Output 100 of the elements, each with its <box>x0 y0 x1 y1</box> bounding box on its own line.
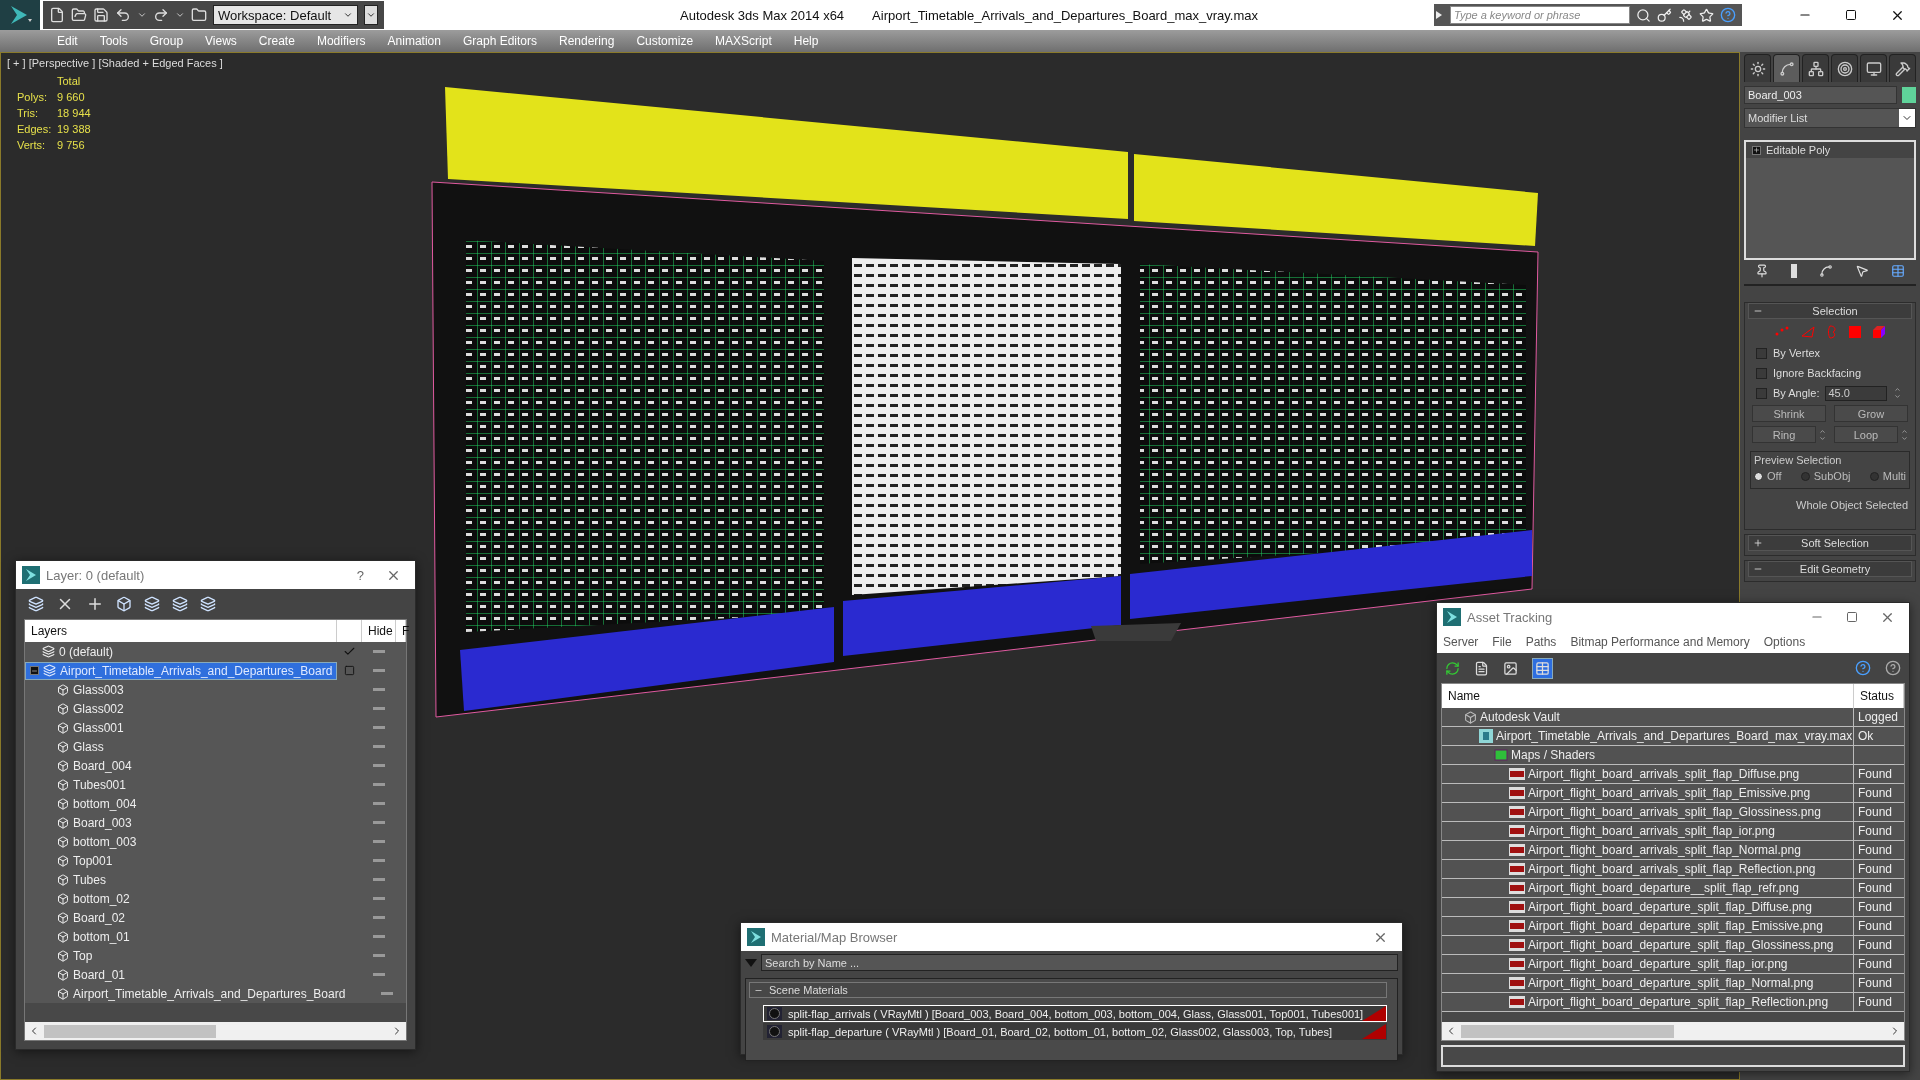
stack-item[interactable]: Editable Poly <box>1746 142 1914 158</box>
scrollbar-thumb[interactable] <box>1461 1024 1674 1038</box>
radio-icon[interactable] <box>1800 471 1810 481</box>
hide-toggle-icon[interactable] <box>373 820 385 825</box>
radio-icon[interactable] <box>1869 471 1879 481</box>
menu-item[interactable]: Graph Editors <box>451 30 548 52</box>
asset-name[interactable]: Airport_flight_board_arrivals_split_flap_Reflection.png <box>1442 860 1854 878</box>
hide-toggle-icon[interactable] <box>373 725 385 730</box>
rollout-header[interactable]: Soft Selection <box>1748 535 1912 551</box>
menu-item[interactable]: Options <box>1763 635 1806 649</box>
asset-name[interactable]: Airport_flight_board_arrivals_split_flap_Normal.png <box>1442 841 1854 859</box>
rollout-header[interactable]: Selection <box>1748 303 1912 319</box>
modify-tab[interactable] <box>1773 54 1800 82</box>
spinner-down-icon[interactable] <box>1894 393 1901 400</box>
current-layer-toggle-icon[interactable] <box>344 665 355 676</box>
asset-name[interactable]: Airport_flight_board_departure_split_flap_ior.png <box>1442 955 1854 973</box>
hide-toggle-icon[interactable] <box>373 744 385 749</box>
menu-item[interactable]: Paths <box>1525 635 1557 649</box>
radio-icon[interactable] <box>1754 471 1763 481</box>
project-folder-icon[interactable] <box>191 7 207 23</box>
hide-toggle-icon[interactable] <box>373 934 385 939</box>
utilities-tab[interactable] <box>1889 54 1916 82</box>
help-button[interactable]: ? <box>348 567 372 583</box>
hide-toggle-icon[interactable] <box>373 877 385 882</box>
menu-item[interactable]: Customize <box>625 30 705 52</box>
edge-icon[interactable] <box>1801 326 1815 338</box>
check-icon[interactable] <box>343 645 356 658</box>
scrollbar-thumb[interactable] <box>44 1024 216 1038</box>
hierarchy-tab[interactable] <box>1802 54 1829 82</box>
new-file-icon[interactable] <box>49 7 65 23</box>
caret-icon[interactable] <box>175 10 185 20</box>
menu-item[interactable]: Create <box>247 30 306 52</box>
spinner-up-icon[interactable] <box>1818 427 1826 435</box>
object-name-field[interactable]: Board_003 <box>1744 86 1897 104</box>
hide-toggle-icon[interactable] <box>373 687 385 692</box>
asset-name[interactable]: Airport_flight_board_departure_split_flap_Emissive.png <box>1442 917 1854 935</box>
star-icon[interactable] <box>1699 7 1714 23</box>
asset-name[interactable]: Airport_flight_board_departure__split_flap_refr.png <box>1442 879 1854 897</box>
asset-name[interactable]: Airport_flight_board_arrivals_split_flap_Diffuse.png <box>1442 765 1854 783</box>
hide-toggle-icon[interactable] <box>373 972 385 977</box>
hide-toggle-icon[interactable] <box>373 915 385 920</box>
asset-name[interactable]: Airport_flight_board_departure_split_flap_Diffuse.png <box>1442 898 1854 916</box>
help-icon[interactable] <box>1720 7 1736 23</box>
display-tab[interactable] <box>1860 54 1887 82</box>
hide-toggle-icon[interactable] <box>373 858 385 863</box>
undo-icon[interactable] <box>115 7 131 23</box>
angle-field[interactable]: 45.0 <box>1825 385 1888 401</box>
hide-toggle-icon[interactable] <box>373 668 385 673</box>
menu-item[interactable]: Edit <box>46 30 89 52</box>
checkbox[interactable] <box>1756 367 1767 379</box>
search-field[interactable]: Search by Name ... <box>761 954 1398 971</box>
layer-item[interactable]: Airport_Timetable_Arrivals_and_Departures_Board <box>25 661 337 680</box>
hide-toggle-icon[interactable] <box>373 801 385 806</box>
panel-button[interactable]: Shrink <box>1752 405 1826 422</box>
motion-tab[interactable] <box>1831 54 1858 82</box>
menu-item[interactable]: Server <box>1443 635 1479 649</box>
hide-toggle-icon[interactable] <box>373 896 385 901</box>
workspace-menu-button[interactable] <box>364 5 378 25</box>
asset-name[interactable]: Airport_flight_board_departure_split_flap_Reflection.png <box>1442 993 1854 1011</box>
menu-item[interactable]: File <box>1492 635 1512 649</box>
caret-icon[interactable] <box>137 10 147 20</box>
asset-name[interactable]: Airport_flight_board_departure_split_flap_Normal.png <box>1442 974 1854 992</box>
checkbox[interactable] <box>1756 387 1767 399</box>
key-icon[interactable] <box>1657 7 1672 23</box>
hide-toggle-icon[interactable] <box>373 763 385 768</box>
new-layer-icon[interactable] <box>28 596 44 612</box>
table-view-button[interactable] <box>1532 657 1553 679</box>
expand-arrow-icon[interactable] <box>1436 11 1442 19</box>
material-item[interactable]: split-flap_departure ( VRayMtl ) [Board_01, Board_02, bottom_01, bottom_02, Glass002, Glass003, Top, Tubes] <box>763 1023 1387 1040</box>
refresh-icon[interactable] <box>1445 660 1460 676</box>
menu-item[interactable]: Animation <box>376 30 452 52</box>
menu-item[interactable]: Bitmap Performance and Memory <box>1570 635 1750 649</box>
checkbox[interactable] <box>1756 347 1767 359</box>
asset-name[interactable]: Airport_flight_board_arrivals_split_flap_Emissive.png <box>1442 784 1854 802</box>
hide-toggle-icon[interactable] <box>373 953 385 958</box>
create-tab[interactable] <box>1744 54 1771 82</box>
menu-item[interactable]: Modifiers <box>305 30 377 52</box>
menu-item[interactable]: Rendering <box>548 30 626 52</box>
border-icon[interactable] <box>1827 325 1837 339</box>
modifier-list-dropdown[interactable]: Modifier List <box>1744 108 1916 128</box>
menu-item[interactable]: Tools <box>88 30 139 52</box>
pin-icon[interactable] <box>1755 264 1769 278</box>
asset-name[interactable]: Airport_flight_board_arrivals_split_flap_Glossiness.png <box>1442 803 1854 821</box>
rollout-header[interactable]: Edit Geometry <box>1748 561 1912 577</box>
object-color-swatch[interactable] <box>1902 87 1916 103</box>
spinner-up-icon[interactable] <box>1894 386 1901 393</box>
open-folder-icon[interactable] <box>71 7 87 23</box>
search-field[interactable]: Type a keyword or phrase <box>1450 6 1630 24</box>
hide-toggle-icon[interactable] <box>381 991 394 996</box>
expand-icon[interactable] <box>1752 145 1761 155</box>
radio-option[interactable]: Off <box>1754 470 1782 482</box>
group-header[interactable]: Scene Materials <box>749 982 1387 998</box>
menu-item[interactable]: Group <box>138 30 195 52</box>
options-menu-icon[interactable] <box>745 958 757 967</box>
hide-toggle-icon[interactable] <box>373 649 385 654</box>
asset-name[interactable]: Autodesk Vault <box>1442 708 1854 726</box>
panel-button[interactable]: Ring <box>1752 426 1816 443</box>
asset-name[interactable]: Airport_Timetable_Arrivals_and_Departures_Board_max_vray.max <box>1442 727 1854 745</box>
vertex-icon[interactable] <box>1775 326 1789 338</box>
save-icon[interactable] <box>93 7 109 23</box>
